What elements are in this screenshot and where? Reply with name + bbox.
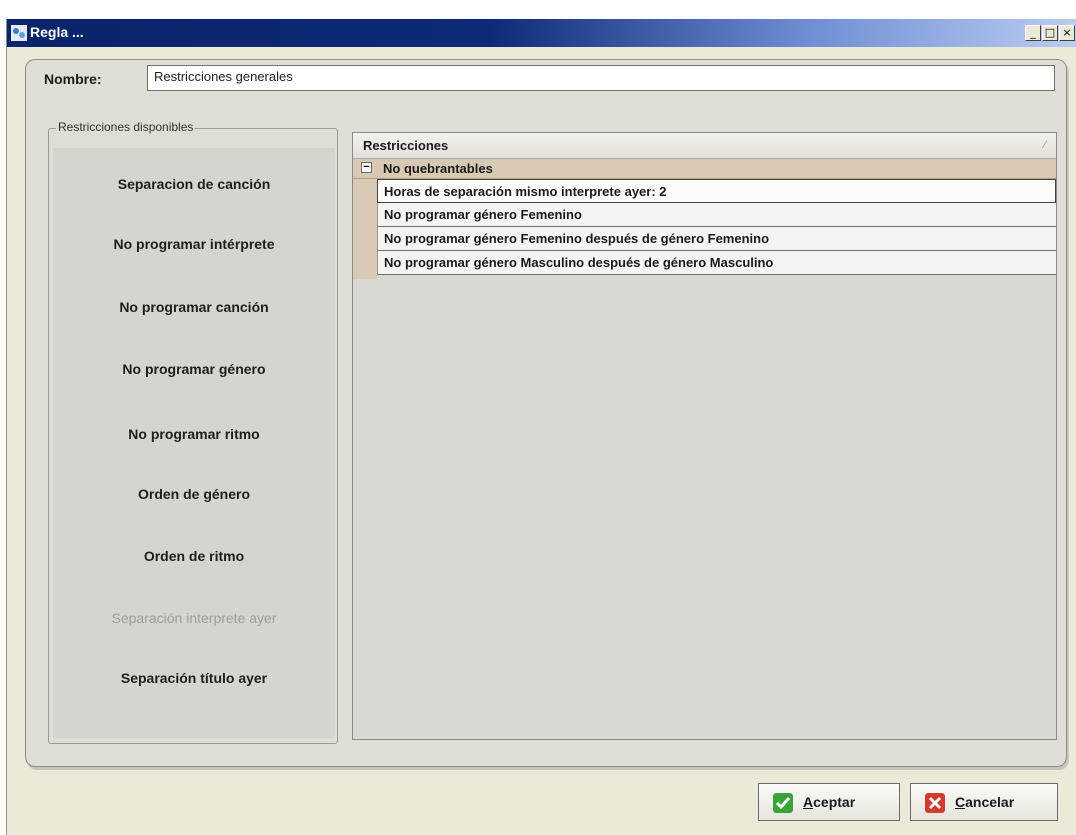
available-item-no-programar-interprete[interactable]: No programar intérprete — [53, 236, 335, 252]
available-item-separacion-cancion[interactable]: Separacion de canción — [53, 176, 335, 192]
available-item-separacion-titulo-ayer[interactable]: Separación título ayer — [53, 670, 335, 686]
grid-row[interactable]: No programar género Masculino después de… — [377, 251, 1056, 275]
checkmark-icon — [773, 793, 793, 813]
available-item-orden-genero[interactable]: Orden de género — [53, 486, 335, 502]
group-indent — [353, 179, 377, 279]
group-row-no-quebrantables[interactable]: − No quebrantables — [353, 159, 1056, 179]
nombre-label: Nombre: — [44, 71, 102, 87]
available-item-orden-ritmo[interactable]: Orden de ritmo — [53, 548, 335, 564]
available-list: Separacion de canción No programar intér… — [53, 148, 335, 738]
maximize-button[interactable]: □ — [1042, 25, 1058, 41]
grid-column-header[interactable]: Restricciones ⁄ — [353, 133, 1056, 159]
close-button[interactable]: × — [1059, 25, 1075, 41]
minimize-button[interactable]: _ — [1025, 25, 1041, 41]
available-item-no-programar-ritmo[interactable]: No programar ritmo — [53, 426, 335, 442]
collapse-icon[interactable]: − — [361, 162, 372, 173]
available-item-no-programar-genero[interactable]: No programar género — [53, 361, 335, 377]
accept-button[interactable]: Aceptar — [758, 783, 900, 821]
group-row-label: No quebrantables — [383, 161, 493, 176]
accept-label: Aceptar — [803, 794, 856, 810]
available-item-no-programar-cancion[interactable]: No programar canción — [53, 299, 335, 315]
available-item-separacion-interprete-ayer: Separación interprete ayer — [111, 610, 277, 626]
nombre-input[interactable]: Restricciones generales — [147, 65, 1055, 91]
grid-row[interactable]: Horas de separación mismo interprete aye… — [377, 179, 1056, 203]
cancel-x-icon — [925, 793, 945, 813]
title-bar[interactable]: Regla ... _ □ × — [7, 19, 1076, 47]
grid-row[interactable]: No programar género Femenino después de … — [377, 227, 1056, 251]
app-icon — [11, 25, 27, 41]
grid-header-label: Restricciones — [363, 138, 449, 153]
grid-row[interactable]: No programar género Femenino — [377, 203, 1056, 227]
cancel-label: Cancelar — [955, 794, 1015, 810]
available-legend: Restricciones disponibles — [56, 120, 196, 134]
cancel-button[interactable]: Cancelar — [910, 783, 1058, 821]
sort-icon: ⁄ — [1044, 139, 1046, 151]
restrictions-grid[interactable]: Restricciones ⁄ − No quebrantables Horas… — [352, 132, 1057, 740]
window-title: Regla ... — [30, 24, 84, 40]
